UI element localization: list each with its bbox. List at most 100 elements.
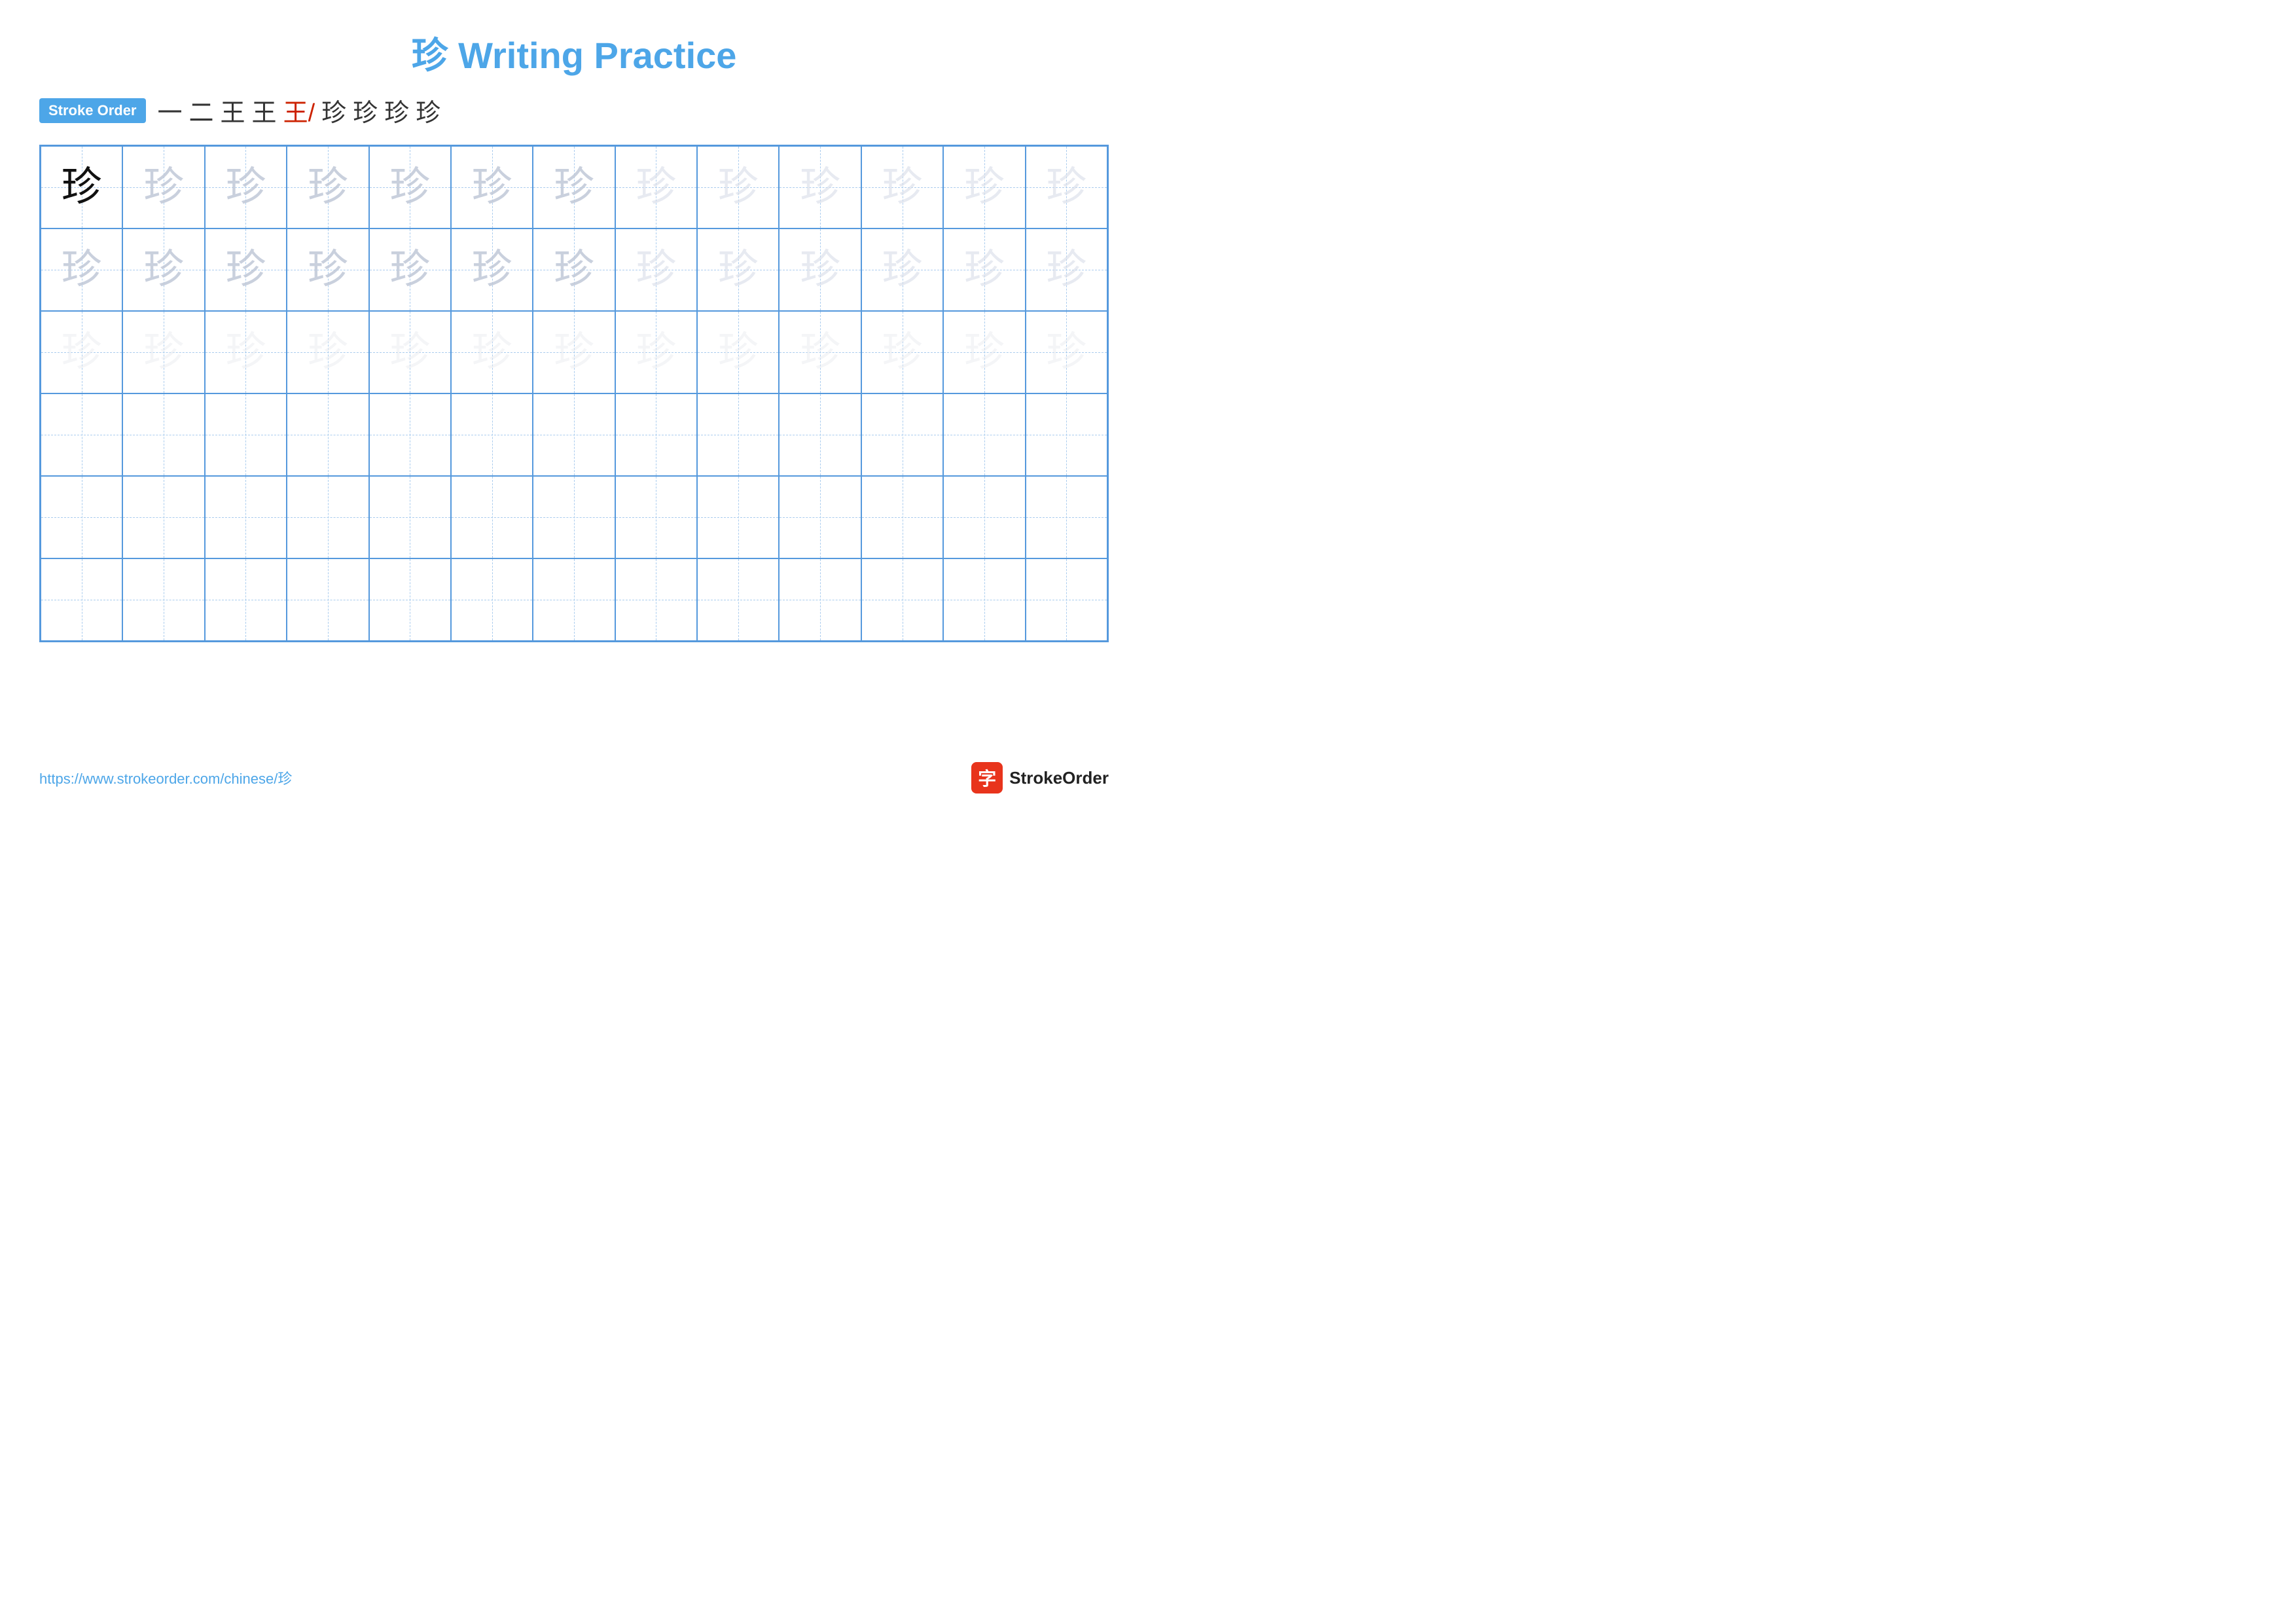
stroke-8: 珍 (384, 92, 409, 128)
grid-cell[interactable]: 珍 (1026, 228, 1107, 311)
grid-cell[interactable]: 珍 (615, 311, 697, 393)
grid-cell[interactable]: 珍 (861, 228, 943, 311)
grid-cell[interactable] (1026, 476, 1107, 558)
grid-cell[interactable]: 珍 (451, 228, 533, 311)
grid-cell[interactable] (369, 393, 451, 476)
grid-cell[interactable] (1026, 393, 1107, 476)
grid-cell[interactable]: 珍 (451, 311, 533, 393)
grid-cell[interactable] (861, 393, 943, 476)
grid-cell[interactable]: 珍 (287, 228, 368, 311)
grid-cell[interactable] (533, 393, 615, 476)
grid-cell[interactable] (779, 393, 861, 476)
cell-character: 珍 (636, 249, 676, 290)
grid-cell[interactable] (697, 476, 779, 558)
grid-cell[interactable] (779, 476, 861, 558)
grid-cell[interactable]: 珍 (861, 311, 943, 393)
grid-cell[interactable]: 珍 (287, 311, 368, 393)
grid-cell[interactable]: 珍 (697, 146, 779, 228)
grid-cell[interactable] (943, 393, 1025, 476)
grid-cell[interactable]: 珍 (697, 311, 779, 393)
grid-cell[interactable]: 珍 (451, 146, 533, 228)
grid-cell[interactable]: 珍 (861, 146, 943, 228)
cell-character: 珍 (554, 332, 594, 373)
grid-cell[interactable] (533, 558, 615, 641)
grid-cell[interactable] (287, 558, 368, 641)
grid-cell[interactable]: 珍 (41, 228, 122, 311)
grid-cell[interactable] (451, 476, 533, 558)
grid-cell[interactable] (205, 393, 287, 476)
grid-cell[interactable]: 珍 (943, 146, 1025, 228)
grid-cell[interactable]: 珍 (369, 228, 451, 311)
grid-cell[interactable] (122, 558, 204, 641)
grid-cell[interactable] (369, 558, 451, 641)
grid-cell[interactable]: 珍 (779, 146, 861, 228)
grid-cell[interactable] (861, 476, 943, 558)
grid-cell[interactable] (943, 558, 1025, 641)
cell-character: 珍 (964, 167, 1005, 208)
grid-cell[interactable] (41, 476, 122, 558)
grid-cell[interactable]: 珍 (1026, 146, 1107, 228)
grid-cell[interactable] (615, 476, 697, 558)
footer: https://www.strokeorder.com/chinese/珍 字 … (39, 762, 1109, 793)
grid-cell[interactable]: 珍 (779, 228, 861, 311)
grid-cell[interactable] (287, 393, 368, 476)
cell-character: 珍 (472, 167, 512, 208)
grid-cell[interactable] (205, 558, 287, 641)
grid-cell[interactable]: 珍 (697, 228, 779, 311)
grid-cell[interactable] (943, 476, 1025, 558)
grid-cell[interactable] (615, 558, 697, 641)
stroke-6: 珍 (321, 92, 346, 128)
logo-icon: 字 (971, 762, 1003, 793)
grid-cell[interactable]: 珍 (369, 146, 451, 228)
grid-cell[interactable] (122, 393, 204, 476)
stroke-order-badge: Stroke Order (39, 98, 146, 123)
grid-cell[interactable]: 珍 (943, 311, 1025, 393)
cell-character: 珍 (308, 249, 348, 290)
grid-cell[interactable] (533, 476, 615, 558)
grid-cell[interactable]: 珍 (122, 228, 204, 311)
grid-cell[interactable] (122, 476, 204, 558)
grid-cell[interactable]: 珍 (41, 146, 122, 228)
grid-cell[interactable]: 珍 (287, 146, 368, 228)
footer-logo: 字 StrokeOrder (971, 762, 1109, 793)
grid-cell[interactable]: 珍 (1026, 311, 1107, 393)
grid-cell[interactable] (1026, 558, 1107, 641)
grid-cell[interactable]: 珍 (533, 311, 615, 393)
grid-cell[interactable] (451, 393, 533, 476)
practice-grid: 珍珍珍珍珍珍珍珍珍珍珍珍珍珍珍珍珍珍珍珍珍珍珍珍珍珍珍珍珍珍珍珍珍珍珍珍珍珍珍 (39, 145, 1109, 642)
cell-character: 珍 (800, 332, 840, 373)
grid-cell[interactable] (697, 393, 779, 476)
grid-cell[interactable]: 珍 (943, 228, 1025, 311)
grid-cell[interactable]: 珍 (615, 228, 697, 311)
grid-cell[interactable]: 珍 (41, 311, 122, 393)
cell-character: 珍 (964, 249, 1005, 290)
grid-cell[interactable]: 珍 (615, 146, 697, 228)
cell-character: 珍 (62, 249, 102, 290)
cell-character: 珍 (472, 249, 512, 290)
grid-cell[interactable] (861, 558, 943, 641)
grid-cell[interactable]: 珍 (122, 311, 204, 393)
grid-cell[interactable]: 珍 (369, 311, 451, 393)
cell-character: 珍 (225, 249, 266, 290)
grid-cell[interactable]: 珍 (205, 228, 287, 311)
cell-character: 珍 (882, 249, 923, 290)
grid-cell[interactable] (451, 558, 533, 641)
cell-character: 珍 (308, 332, 348, 373)
page-title: 珍 Writing Practice (39, 26, 1109, 79)
grid-cell[interactable] (615, 393, 697, 476)
grid-cell[interactable] (205, 476, 287, 558)
grid-cell[interactable] (287, 476, 368, 558)
grid-cell[interactable]: 珍 (779, 311, 861, 393)
grid-cell[interactable] (41, 393, 122, 476)
grid-cell[interactable]: 珍 (122, 146, 204, 228)
cell-character: 珍 (389, 249, 430, 290)
grid-cell[interactable] (697, 558, 779, 641)
grid-cell[interactable]: 珍 (205, 311, 287, 393)
grid-cell[interactable]: 珍 (533, 228, 615, 311)
grid-cell[interactable]: 珍 (205, 146, 287, 228)
grid-cell[interactable] (41, 558, 122, 641)
grid-cell[interactable]: 珍 (533, 146, 615, 228)
grid-cell[interactable] (369, 476, 451, 558)
grid-cell[interactable] (779, 558, 861, 641)
stroke-2: 二 (189, 92, 214, 128)
